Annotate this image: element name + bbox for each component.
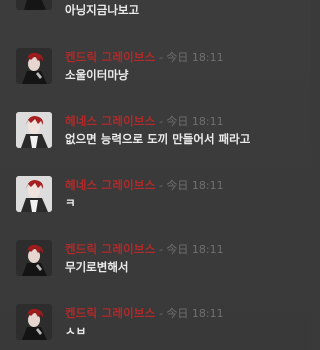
message-header: 헤네스 그레이브스 - 今日 18:11	[65, 114, 224, 129]
chat-message: 헤네스 그레이브스 - 今日 18:11 ㅋ	[0, 175, 311, 237]
message-text: ㅋ	[65, 196, 76, 210]
avatar[interactable]	[16, 48, 52, 84]
message-header: 헤네스 그레이브스 - 今日 18:11	[65, 178, 224, 193]
dark-hair-figure-icon	[16, 240, 52, 276]
chat-log: 아닝지금나보고 켄드릭 그레이브스 - 今日 18:11 소울이터마냥 헤네스 …	[0, 0, 311, 350]
message-text: ㅅㅂ	[65, 324, 87, 338]
author-name[interactable]: 헤네스 그레이브스	[65, 178, 155, 192]
avatar[interactable]	[16, 0, 52, 10]
header-separator: -	[155, 115, 167, 128]
message-header: 켄드릭 그레이브스 - 今日 18:11	[65, 50, 224, 65]
header-separator: -	[155, 243, 167, 256]
header-separator: -	[155, 51, 167, 64]
avatar[interactable]	[16, 176, 52, 212]
timestamp: 今日 18:11	[166, 243, 224, 256]
message-header: 켄드릭 그레이브스 - 今日 18:11	[65, 242, 224, 257]
message-header: 켄드릭 그레이브스 - 今日 18:11	[65, 306, 224, 321]
chat-message: 켄드릭 그레이브스 - 今日 18:11 소울이터마냥	[0, 47, 311, 109]
timestamp: 今日 18:11	[166, 51, 224, 64]
author-name[interactable]: 켄드릭 그레이브스	[65, 306, 155, 320]
timestamp: 今日 18:11	[166, 115, 224, 128]
dark-hair-figure-icon	[16, 304, 52, 340]
header-separator: -	[155, 307, 167, 320]
chat-message: 켄드릭 그레이브스 - 今日 18:11 무기로변해서	[0, 239, 311, 301]
message-text: 아닝지금나보고	[65, 3, 140, 17]
chat-message: 켄드릭 그레이브스 - 今日 18:11 ㅅㅂ	[0, 303, 311, 350]
avatar[interactable]	[16, 304, 52, 340]
dark-hair-figure-icon	[16, 48, 52, 84]
light-figure-icon	[16, 112, 52, 148]
light-figure-icon	[16, 176, 52, 212]
chat-message: 아닝지금나보고	[0, 0, 311, 36]
author-name[interactable]: 켄드릭 그레이브스	[65, 242, 155, 256]
header-separator: -	[155, 179, 167, 192]
message-text: 무기로변해서	[65, 260, 129, 274]
author-name[interactable]: 켄드릭 그레이브스	[65, 50, 155, 64]
author-name[interactable]: 헤네스 그레이브스	[65, 114, 155, 128]
timestamp: 今日 18:11	[166, 179, 224, 192]
dark-hair-figure-icon	[16, 0, 52, 10]
message-text: 없으면 능력으로 도끼 만들어서 패라고	[65, 132, 251, 146]
timestamp: 今日 18:11	[166, 307, 224, 320]
chat-message: 헤네스 그레이브스 - 今日 18:11 없으면 능력으로 도끼 만들어서 패라…	[0, 111, 311, 173]
avatar[interactable]	[16, 240, 52, 276]
message-text: 소울이터마냥	[65, 68, 129, 82]
avatar[interactable]	[16, 112, 52, 148]
